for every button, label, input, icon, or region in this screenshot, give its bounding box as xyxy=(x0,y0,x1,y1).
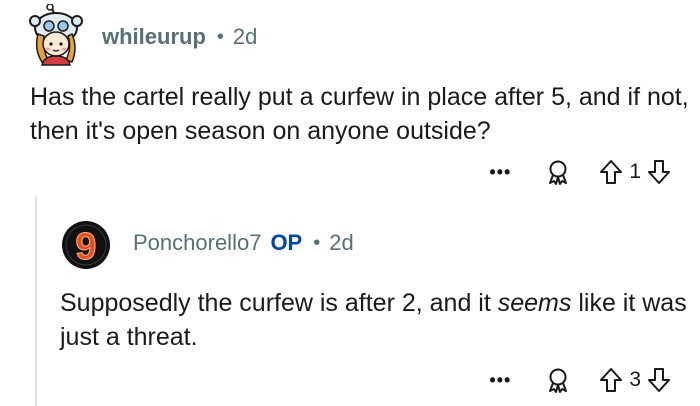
comment-body-emphasis: seems xyxy=(497,289,572,317)
upvote-arrow-icon[interactable] xyxy=(599,367,623,393)
more-options-button[interactable]: ••• xyxy=(489,371,511,389)
comment-ponchorello7: 9 Ponchorello7 OP • 2d Supposedly the cu… xyxy=(0,0,700,406)
comment-age: 2d xyxy=(329,230,354,255)
username-link[interactable]: Ponchorello7 xyxy=(133,230,261,256)
comment-meta: Ponchorello7 OP • 2d xyxy=(133,228,354,258)
vote-count: 3 xyxy=(629,368,641,391)
number-nine-avatar-icon[interactable]: 9 xyxy=(61,220,111,270)
op-badge: OP xyxy=(270,230,303,255)
comment-body-start: Supposedly the curfew is after 2, and it xyxy=(60,289,498,317)
avatar-digit: 9 xyxy=(75,226,96,268)
meta-separator: • xyxy=(313,231,321,254)
comment-thread: whileurup • 2d Has the cartel really put… xyxy=(0,0,700,406)
comment-body: Supposedly the curfew is after 2, and it… xyxy=(60,286,690,354)
comment-actions: ••• 3 xyxy=(489,365,671,395)
award-icon[interactable] xyxy=(545,367,571,393)
downvote-arrow-icon[interactable] xyxy=(647,367,671,393)
